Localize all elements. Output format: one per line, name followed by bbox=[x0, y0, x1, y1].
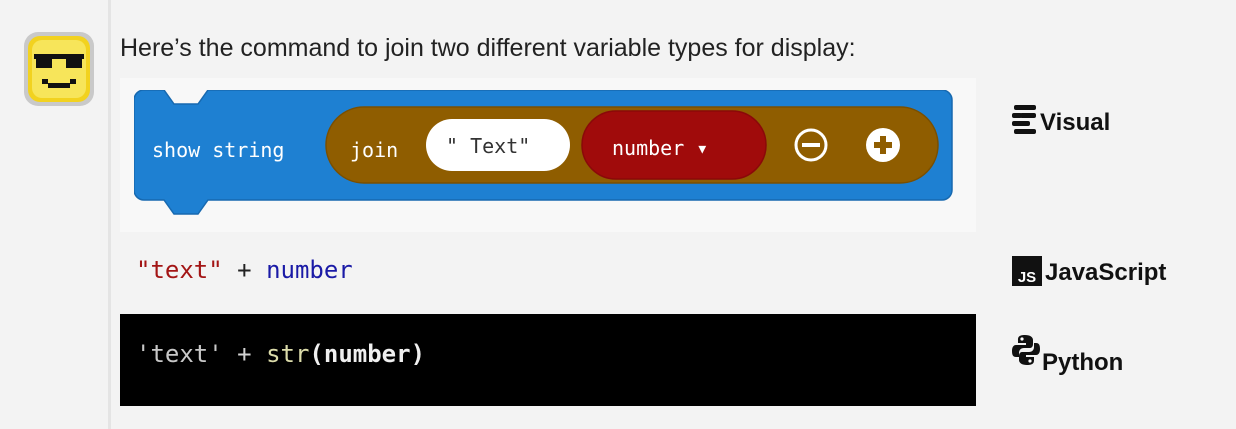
code-close-paren: ) bbox=[410, 340, 426, 368]
visual-label-text: Visual bbox=[1040, 109, 1111, 136]
sunglasses-smiley-icon bbox=[24, 32, 94, 106]
python-code: 'text' + str(number) bbox=[136, 340, 425, 368]
js-icon: JS bbox=[1012, 256, 1042, 286]
code-argument: number bbox=[323, 340, 411, 368]
python-panel: 'text' + str(number) bbox=[120, 314, 976, 406]
intro-text: Here’s the command to join two different… bbox=[120, 34, 856, 62]
plus-circle-icon[interactable] bbox=[866, 128, 900, 162]
blocks-panel: show string join " Text" number ▾ bbox=[120, 78, 976, 232]
code-open-paren: ( bbox=[309, 340, 324, 368]
code-function: str bbox=[266, 340, 310, 368]
sidebar bbox=[0, 0, 108, 429]
javascript-panel: "text" + number bbox=[120, 232, 976, 314]
text-input-value: " Text" bbox=[446, 134, 530, 158]
blocks-workspace: show string join " Text" number ▾ bbox=[134, 90, 953, 215]
join-label: join bbox=[350, 138, 398, 162]
js-badge-text: JS bbox=[1017, 269, 1037, 286]
code-operator: + bbox=[222, 256, 267, 284]
code-string: "text" bbox=[136, 256, 223, 284]
column-divider bbox=[108, 0, 111, 429]
code-string: 'text' bbox=[136, 340, 223, 368]
code-identifier: number bbox=[266, 256, 353, 284]
javascript-label: JS JavaScript bbox=[1012, 256, 1166, 286]
python-label-text: Python bbox=[1042, 349, 1124, 376]
python-icon bbox=[1012, 335, 1040, 365]
blocks-icon bbox=[1012, 105, 1036, 134]
javascript-label-text: JavaScript bbox=[1045, 259, 1167, 286]
number-dropdown-label: number ▾ bbox=[612, 136, 708, 160]
code-operator: + bbox=[222, 340, 267, 368]
python-label: Python bbox=[1012, 334, 1123, 375]
show-string-label: show string bbox=[152, 138, 284, 162]
visual-label: Visual bbox=[1012, 104, 1110, 136]
javascript-code: "text" + number bbox=[136, 256, 353, 284]
